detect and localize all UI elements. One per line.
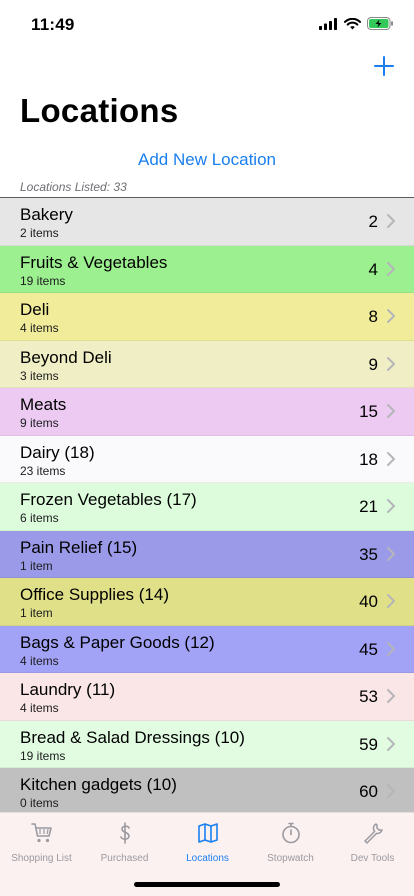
list-item[interactable]: Deli 4 items 8: [0, 293, 414, 341]
location-order-number: 45: [359, 639, 378, 659]
tab-label: Locations: [186, 853, 229, 864]
chevron-right-icon: [387, 356, 395, 371]
chevron-right-icon: [387, 261, 395, 276]
location-order-number: 4: [368, 259, 378, 279]
location-name: Bread & Salad Dressings (10): [20, 727, 245, 747]
list-item[interactable]: Bakery 2 items 2: [0, 198, 414, 246]
tab-shopping-list[interactable]: Shopping List: [0, 821, 83, 864]
dollar-icon: [119, 822, 130, 844]
list-item[interactable]: Beyond Deli 3 items 9: [0, 340, 414, 388]
tab-stopwatch[interactable]: Stopwatch: [249, 821, 332, 864]
location-order-number: 9: [368, 354, 378, 374]
item-count: 4 items: [20, 701, 59, 715]
location-name: Bags & Paper Goods (12): [20, 632, 215, 652]
item-count: 0 items: [20, 796, 59, 810]
chevron-right-icon: [387, 594, 395, 608]
item-count: 9 items: [20, 416, 59, 430]
list-item[interactable]: Dairy (18) 23 items 18: [0, 435, 414, 483]
status-icons: [319, 17, 394, 30]
status-bar: 11:49: [0, 0, 414, 48]
status-time: 11:49: [31, 15, 75, 34]
add-icon[interactable]: [370, 52, 398, 80]
tab-locations[interactable]: Locations: [166, 821, 249, 864]
tab-label: Purchased: [100, 853, 149, 864]
tab-label: Stopwatch: [267, 853, 314, 864]
item-count: 1 item: [20, 558, 53, 573]
location-name: Deli: [20, 300, 50, 319]
add-new-location-button[interactable]: Add New Location: [0, 150, 414, 170]
stopwatch-icon: [281, 822, 300, 844]
chevron-right-icon: [387, 736, 395, 751]
item-count: 19 items: [20, 748, 66, 763]
location-name: Fruits & Vegetables: [20, 252, 168, 272]
location-name: Bakery: [20, 205, 73, 224]
list-item[interactable]: Bags & Paper Goods (12) 4 items 45: [0, 625, 414, 673]
item-count: 23 items: [20, 463, 66, 478]
list-item[interactable]: Bread & Salad Dressings (10) 19 items 59: [0, 720, 414, 768]
home-indicator[interactable]: [134, 882, 280, 887]
locations-list[interactable]: Bakery 2 items 2 Fruits & Vegetables 19 …: [0, 198, 414, 812]
location-order-number: 2: [368, 212, 378, 231]
item-count: 1 item: [20, 606, 53, 620]
map-icon: [197, 823, 218, 843]
list-item[interactable]: Fruits & Vegetables 19 items 4: [0, 245, 414, 293]
cart-icon: [30, 823, 52, 843]
location-order-number: 40: [359, 592, 378, 611]
location-order-number: 59: [359, 734, 378, 754]
location-order-number: 8: [368, 307, 378, 326]
chevron-right-icon: [387, 546, 395, 561]
battery-charging-icon: [367, 17, 393, 30]
wifi-icon: [344, 17, 361, 29]
location-name: Beyond Deli: [20, 347, 112, 367]
item-count: 6 items: [20, 511, 59, 525]
location-order-number: 21: [359, 497, 378, 516]
list-item[interactable]: Office Supplies (14) 1 item 40: [0, 578, 414, 626]
chevron-right-icon: [387, 784, 395, 798]
location-name: Laundry (11): [20, 680, 116, 699]
list-item[interactable]: Frozen Vegetables (17) 6 items 21: [0, 483, 414, 531]
cellular-signal-icon: [319, 17, 337, 30]
chevron-right-icon: [387, 451, 395, 466]
locations-count: Locations Listed: 33: [20, 180, 127, 194]
location-order-number: 35: [359, 544, 378, 564]
chevron-right-icon: [387, 641, 395, 656]
item-count: 19 items: [20, 273, 66, 288]
page-title: Locations: [20, 92, 179, 129]
list-item[interactable]: Meats 9 items 15: [0, 388, 414, 436]
location-name: Frozen Vegetables (17): [20, 490, 197, 509]
location-order-number: 60: [359, 782, 378, 801]
list-item[interactable]: Pain Relief (15) 1 item 35: [0, 530, 414, 578]
wrench-icon: [363, 823, 383, 844]
chevron-right-icon: [387, 309, 395, 323]
location-name: Office Supplies (14): [20, 585, 169, 604]
location-name: Kitchen gadgets (10): [20, 775, 177, 794]
chevron-right-icon: [387, 214, 395, 228]
location-order-number: 15: [359, 402, 378, 421]
item-count: 2 items: [20, 226, 59, 240]
chevron-right-icon: [387, 404, 395, 418]
chevron-right-icon: [387, 499, 395, 513]
chevron-right-icon: [387, 689, 395, 703]
item-count: 4 items: [20, 653, 59, 668]
location-name: Meats: [20, 395, 67, 414]
list-item[interactable]: Laundry (11) 4 items 53: [0, 673, 414, 721]
tab-dev-tools[interactable]: Dev Tools: [331, 821, 414, 864]
location-name: Pain Relief (15): [20, 537, 138, 557]
list-item[interactable]: Kitchen gadgets (10) 0 items 60: [0, 768, 414, 812]
location-order-number: 18: [359, 449, 378, 469]
location-order-number: 53: [359, 687, 378, 706]
item-count: 3 items: [20, 368, 59, 383]
location-name: Dairy (18): [20, 442, 95, 462]
tab-label: Shopping List: [11, 853, 72, 864]
tab-purchased[interactable]: Purchased: [83, 821, 166, 864]
tab-label: Dev Tools: [350, 853, 395, 864]
item-count: 4 items: [20, 321, 59, 335]
